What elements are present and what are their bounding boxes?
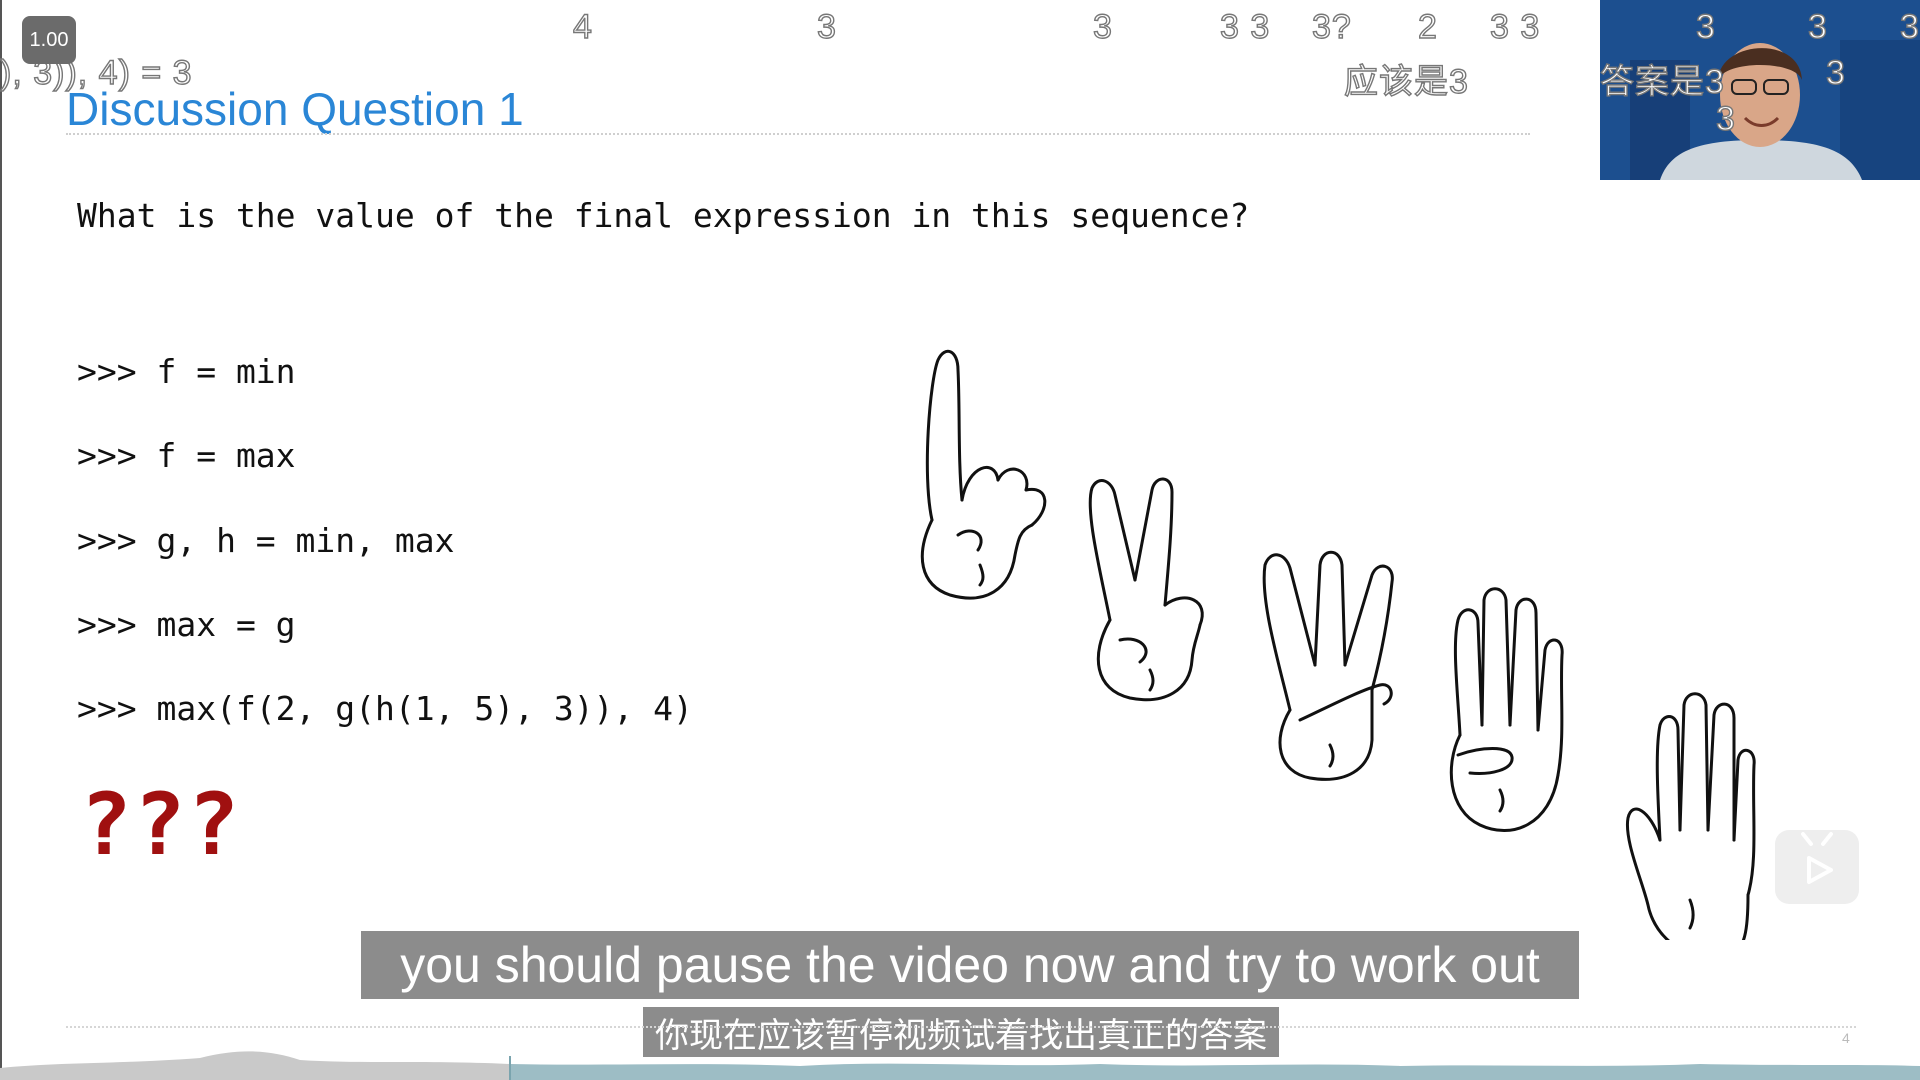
danmaku-comment: 3?: [1311, 7, 1352, 46]
unknown-answer-marks: ???: [80, 775, 242, 875]
danmaku-comment: 4: [572, 7, 593, 46]
danmaku-comment: 3: [1899, 7, 1920, 46]
subtitle-english: you should pause the video now and try t…: [361, 931, 1579, 999]
five-finger-hand-icon: [1625, 692, 1756, 940]
danmaku-comment: 3: [1807, 7, 1828, 46]
danmaku-comment: 应该是3: [1343, 62, 1469, 101]
hand-gestures: [920, 349, 1756, 940]
danmaku-comment: 3: [816, 7, 837, 46]
progress-waveform[interactable]: [0, 1040, 1920, 1080]
question-text: What is the value of the final expressio…: [77, 196, 1250, 235]
footer-divider: [66, 1026, 1856, 1028]
danmaku-comment: 3: [1825, 53, 1846, 92]
code-line-3: >>> g, h = min, max: [77, 521, 455, 560]
danmaku-comment: 3 3: [1219, 7, 1271, 46]
one-finger-hand-icon: [920, 349, 1047, 600]
play-icon: [1801, 832, 1833, 884]
danmaku-comment: 3: [1695, 7, 1716, 46]
code-line-5: >>> max(f(2, g(h(1, 5), 3)), 4): [77, 689, 693, 728]
three-finger-hand-icon: [1262, 550, 1394, 781]
danmaku-comment: 2: [1417, 7, 1438, 46]
danmaku-comment: 3 3: [1489, 7, 1541, 46]
code-line-4: >>> max = g: [77, 605, 296, 644]
left-border: [0, 0, 2, 1080]
code-line-2: >>> f = max: [77, 436, 296, 475]
presenter-webcam: 3 3 3 答案是3 3 3: [1600, 0, 1920, 180]
danmaku-comment: 3: [1715, 99, 1736, 138]
two-finger-hand-icon: [1088, 477, 1204, 702]
four-finger-hand-icon: [1449, 587, 1564, 833]
danmaku-comment: 3: [1092, 7, 1113, 46]
playback-speed-button[interactable]: 1.00: [22, 16, 76, 64]
play-button[interactable]: [1775, 830, 1859, 904]
title-divider: [66, 133, 1530, 135]
danmaku-comment: 答案是3: [1600, 62, 1725, 101]
code-line-1: >>> f = min: [77, 352, 296, 391]
